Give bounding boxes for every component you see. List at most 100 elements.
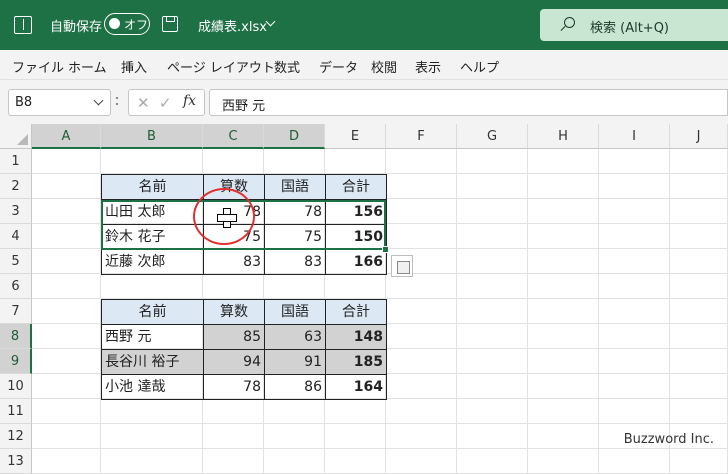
row-header-10[interactable]: 10 [0,374,32,399]
worksheet-grid[interactable]: A B C D E F G H I J 1 2 3 4 5 6 7 8 9 10 11 12 13 名前 算数 国語 合計 山田 太郎… [0,124,728,474]
table-header-cell[interactable]: 国語 [264,299,326,325]
quick-analysis-icon[interactable] [391,255,413,277]
row-header-11[interactable]: 11 [0,399,32,424]
grid-cell[interactable] [599,149,670,174]
grid-cell[interactable] [32,274,101,299]
grid-cell[interactable] [528,149,599,174]
grid-cell[interactable] [325,449,386,474]
score-cell[interactable]: 164 [325,374,387,400]
grid-cell[interactable] [325,399,386,424]
grid-cell[interactable] [264,399,325,424]
grid-cell[interactable] [457,349,528,374]
grid-cell[interactable] [599,274,670,299]
grid-cell[interactable] [457,149,528,174]
table-header-cell[interactable]: 算数 [203,174,265,200]
grid-cell[interactable] [457,299,528,324]
column-header-I[interactable]: I [599,124,670,149]
score-cell[interactable]: 148 [325,324,387,350]
grid-cell[interactable] [203,274,264,299]
row-header-12[interactable]: 12 [0,424,32,449]
name-cell[interactable]: 山田 太郎 [101,199,204,225]
score-cell[interactable]: 78 [203,374,265,400]
grid-cell[interactable] [264,149,325,174]
grid-cell[interactable] [32,399,101,424]
grid-cell[interactable] [599,224,670,249]
name-cell[interactable]: 鈴木 花子 [101,224,204,250]
grid-cell[interactable] [599,374,670,399]
grid-cell[interactable] [599,399,670,424]
score-cell[interactable]: 94 [203,349,265,375]
column-header-H[interactable]: H [528,124,599,149]
more-options-icon[interactable] [116,94,119,108]
grid-cell[interactable] [528,424,599,449]
row-header-6[interactable]: 6 [0,274,32,299]
grid-cell[interactable] [264,424,325,449]
grid-cell[interactable] [386,299,457,324]
name-cell[interactable]: 西野 元 [101,324,204,350]
column-header-J[interactable]: J [670,124,728,149]
score-cell[interactable]: 75 [203,224,265,250]
score-cell[interactable]: 78 [264,199,326,225]
grid-cell[interactable] [528,324,599,349]
file-name[interactable]: 成績表.xlsx [198,16,267,35]
grid-cell[interactable] [386,324,457,349]
score-cell[interactable]: 150 [325,224,387,250]
grid-cell[interactable] [457,199,528,224]
column-header-C[interactable]: C [203,124,264,149]
score-cell[interactable]: 166 [325,249,387,275]
table-header-cell[interactable]: 国語 [264,174,326,200]
column-header-E[interactable]: E [325,124,386,149]
grid-cell[interactable] [457,449,528,474]
name-cell[interactable]: 小池 達哉 [101,374,204,400]
menu-item-4[interactable]: 数式 [274,57,300,76]
grid-cell[interactable] [599,449,670,474]
grid-cell[interactable] [528,374,599,399]
column-header-D[interactable]: D [264,124,325,149]
score-cell[interactable]: 63 [264,324,326,350]
chevron-down-icon[interactable] [265,16,276,27]
grid-cell[interactable] [599,349,670,374]
grid-cell[interactable] [457,174,528,199]
grid-cell[interactable] [203,449,264,474]
table-header-cell[interactable]: 合計 [325,174,387,200]
formula-input[interactable]: 西野 元 [209,89,728,116]
grid-cell[interactable] [670,249,728,274]
grid-cell[interactable] [457,374,528,399]
grid-cell[interactable] [670,299,728,324]
grid-cell[interactable] [670,174,728,199]
grid-cell[interactable] [670,199,728,224]
menu-item-0[interactable]: ファイル [12,57,64,76]
name-cell[interactable]: 長谷川 裕子 [101,349,204,375]
grid-cell[interactable] [101,424,203,449]
grid-cell[interactable] [670,324,728,349]
fill-handle[interactable] [382,246,389,253]
name-box[interactable]: B8 [8,89,111,116]
grid-cell[interactable] [325,149,386,174]
grid-cell[interactable] [32,374,101,399]
menu-item-1[interactable]: ホーム [68,57,107,76]
grid-cell[interactable] [528,174,599,199]
score-cell[interactable]: 83 [203,249,265,275]
name-cell[interactable]: 近藤 次郎 [101,249,204,275]
cancel-icon[interactable]: ✕ [137,94,150,112]
grid-cell[interactable] [528,299,599,324]
grid-cell[interactable] [599,199,670,224]
grid-cell[interactable] [264,274,325,299]
column-header-G[interactable]: G [457,124,528,149]
grid-cell[interactable] [670,224,728,249]
grid-cell[interactable] [457,224,528,249]
menu-item-5[interactable]: データ [319,57,358,76]
menu-item-2[interactable]: 挿入 [121,57,147,76]
grid-cell[interactable] [528,349,599,374]
grid-cell[interactable] [32,149,101,174]
grid-cell[interactable] [32,199,101,224]
grid-cell[interactable] [32,299,101,324]
column-header-F[interactable]: F [386,124,457,149]
grid-cell[interactable] [528,449,599,474]
score-cell[interactable]: 86 [264,374,326,400]
grid-cell[interactable] [386,224,457,249]
grid-cell[interactable] [528,199,599,224]
menu-item-8[interactable]: ヘルプ [460,57,499,76]
grid-cell[interactable] [325,424,386,449]
row-header-4[interactable]: 4 [0,224,32,249]
